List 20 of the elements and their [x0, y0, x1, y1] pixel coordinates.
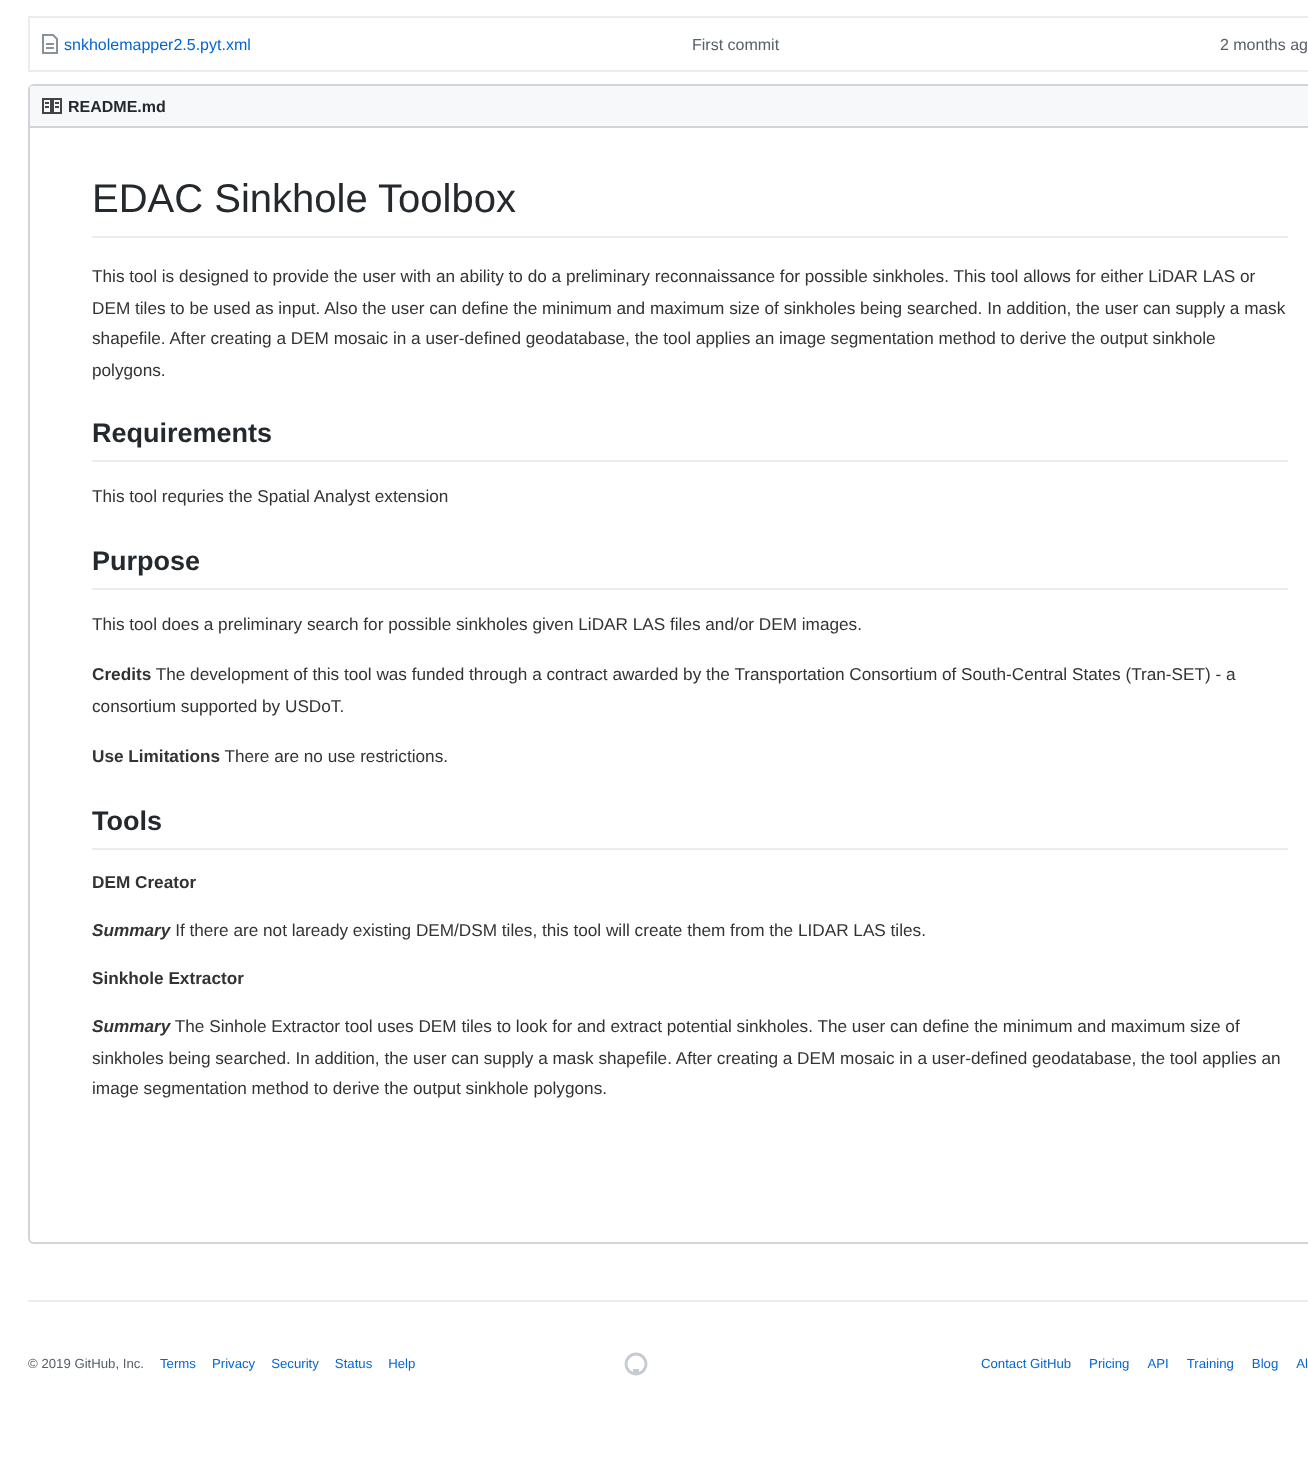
paragraph: Summary The Sinhole Extractor tool uses DEM tiles to look for and extract potential sinkholes. The user can define the minimum and maximum size of sinkholes being searched. In addition, the user can supply a mask shapefile. After creating a DEM mosaic in a user-defined geodatabase, the tool applies an image segmentation method to derive the output sinkhole polygons. [92, 1014, 1283, 1102]
book-icon [42, 98, 62, 114]
readme-title: EDAC Sinkhole Toolbox [92, 176, 1288, 238]
paragraph: This tool does a preliminary search for possible sinkholes given LiDAR LAS files and/or DEM images. [92, 611, 864, 638]
commit-age: 2 months ag [1219, 35, 1308, 53]
section-heading: Tools [92, 805, 1288, 849]
paragraph: Use Limitations There are no use restrictions. [92, 744, 451, 770]
file-icon [42, 34, 58, 54]
readme-filename: README.md [68, 97, 166, 115]
paragraph: Summary If there are not laready existing DEM/DSM tiles, this tool will create them from the LIDAR LAS tiles. [92, 917, 928, 944]
tool-heading: Sinkhole Extractor [92, 966, 246, 992]
section-heading: Requirements [92, 418, 1288, 462]
paragraph: Credits The development of this tool was funded through a contract awarded by the Transportation Consortium of South-Central States (Tran-SET) - a consortium supported by USDoT. [92, 662, 1238, 720]
logo-icon [624, 1352, 648, 1376]
file-link[interactable]: snkholemapper2.5.pyt.xml [64, 35, 251, 53]
paragraph: This tool requries the Spatial Analyst extension [92, 484, 451, 510]
tool-heading: DEM Creator [92, 869, 199, 895]
section-heading: Purpose [92, 545, 1288, 589]
paragraph: This tool is designed to provide the user with an ability to do a preliminary reconnaissance for possible sinkholes. This tool allows for either LiDAR LAS or DEM tiles to be used as input. Also the user can define the minimum and maximum size of sinkholes being searched. In addition, the user can supply a mask shapefile. After creating a DEM mosaic in a user-defined geodatabase, the tool applies an image segmentation method to derive the output sinkhole polygons. [92, 264, 1288, 384]
commit-message[interactable]: First commit [692, 35, 1092, 53]
